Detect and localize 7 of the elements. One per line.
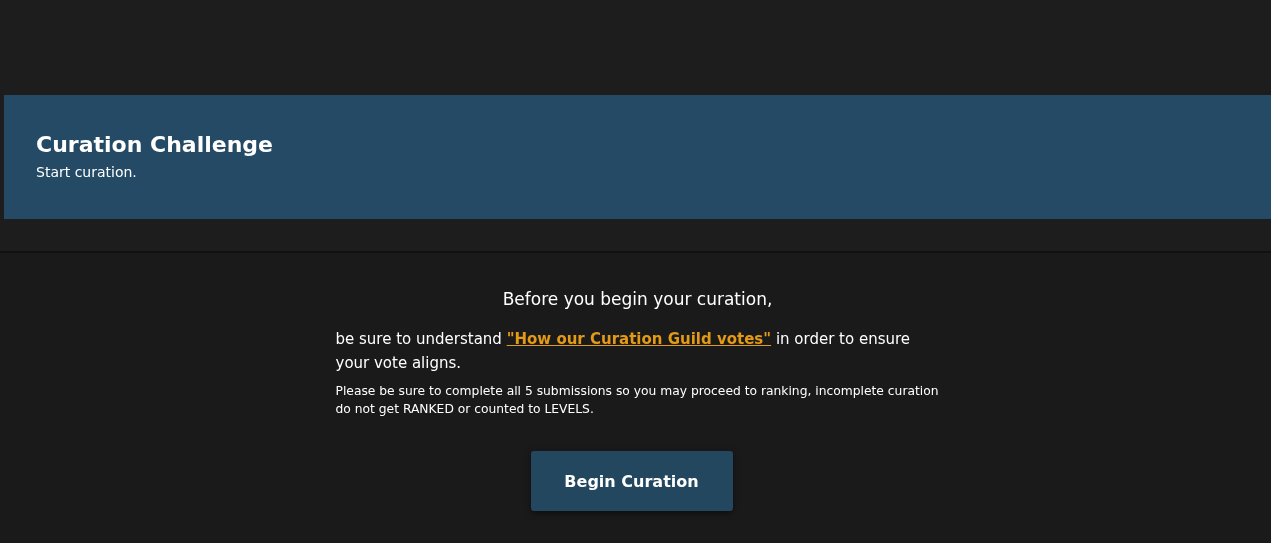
page-subtitle: Start curation. (36, 163, 138, 181)
page-title: Curation Challenge (36, 131, 274, 159)
begin-curation-button[interactable]: Begin Curation (530, 451, 733, 511)
guild-votes-link[interactable]: "How our Curation Guild votes" (506, 330, 772, 348)
instruction-text: be sure to understand "How our Curation Guild votes" in order to ensure your vote aligns. (335, 329, 912, 374)
submission-note: Please be sure to complete all 5 submissions so you may proceed to ranking, incomplete curation do not get RANKED or counted to LEVELS. (335, 383, 940, 418)
intro-heading: Before you begin your curation, (501, 288, 774, 311)
